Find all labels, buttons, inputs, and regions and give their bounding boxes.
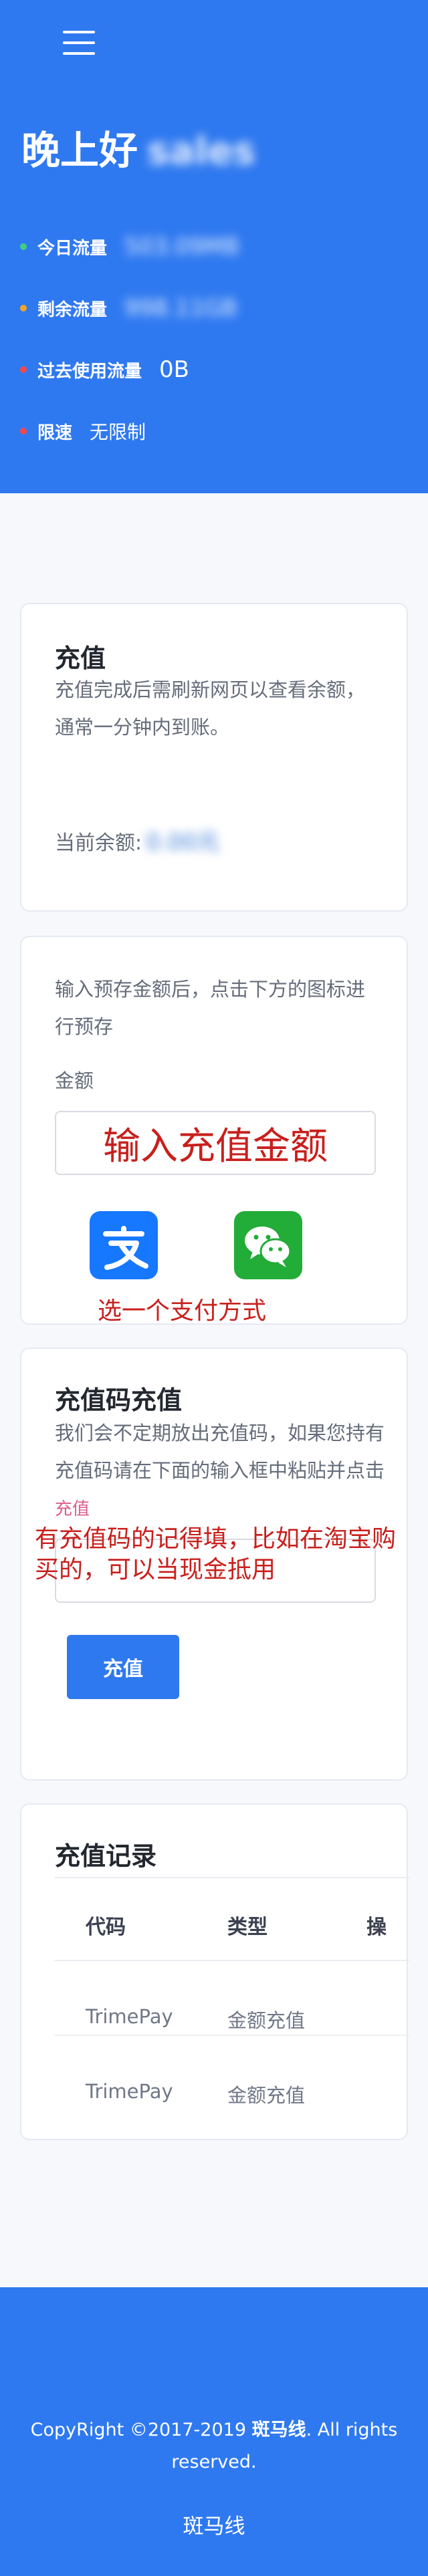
- code-recharge-description: 我们会不定期放出充值码，如果您持有充值码请在下面的输入框中粘贴并点击充值: [55, 1414, 389, 1528]
- code-annotation: 有充值码的记得填，比如在淘宝购买的，可以当现金抵用: [35, 1525, 397, 1583]
- footer-brand: 斑马线: [183, 2515, 245, 2539]
- alipay-icon[interactable]: [90, 1211, 158, 1279]
- prepay-card: 输入预存金额后，点击下方的图标进行预存 金额 输入充值金额 选一个支付方式: [20, 936, 408, 1325]
- stat-value: 0B: [159, 356, 189, 383]
- table-cell-type: 金额充值: [227, 2084, 306, 2107]
- stat-label: 过去使用流量: [37, 361, 142, 382]
- greeting-text: 晚上好: [21, 128, 138, 173]
- divider: [55, 2035, 409, 2036]
- recharge-description: 充值完成后需刷新网页以查看余额，通常一分钟内到账。: [55, 678, 366, 739]
- stat-remaining-traffic: 剩余流量 998.11GB: [20, 291, 237, 325]
- table-cell-code: TrimePay: [86, 2005, 173, 2028]
- status-dot-icon: [20, 428, 27, 434]
- stat-label: 今日流量: [37, 238, 108, 259]
- column-header-type: 类型: [227, 1916, 268, 1939]
- code-description-link: 充值: [55, 1499, 90, 1519]
- balance-row: 当前余额: 0.00元: [55, 823, 219, 856]
- hamburger-menu-icon[interactable]: [63, 31, 95, 56]
- code-description-text: 我们会不定期放出充值码，如果您持有充值码请在下面的输入框中粘贴并点击: [55, 1422, 385, 1482]
- balance-label: 当前余额:: [55, 831, 142, 855]
- stat-value: 无限制: [90, 421, 146, 443]
- code-recharge-title: 充值码充值: [55, 1386, 183, 1415]
- hero-header: 晚上好 sales 今日流量 503.09MB 剩余流量 998.11GB 过去使…: [0, 0, 428, 493]
- greeting-title: 晚上好 sales: [21, 127, 255, 175]
- stat-label: 限速: [37, 422, 73, 443]
- copyright-text: CopyRight ©2017-2019 斑马线. All rights res…: [27, 2414, 401, 2478]
- stat-value: 503.09MB: [124, 233, 239, 260]
- column-header-action: 操: [366, 1916, 387, 1939]
- footer: CopyRight ©2017-2019 斑马线. All rights res…: [0, 2287, 428, 2576]
- prepay-description: 输入预存金额后，点击下方的图标进行预存: [55, 978, 366, 1038]
- stat-past-traffic: 过去使用流量 0B: [20, 353, 189, 386]
- status-dot-icon: [20, 243, 27, 250]
- stat-speed-limit: 限速 无限制: [20, 414, 146, 448]
- balance-value: 0.00元: [146, 829, 219, 856]
- status-dot-icon: [20, 366, 27, 373]
- copyright-prefix: CopyRight ©2017-2019: [30, 2420, 252, 2440]
- amount-label: 金额: [55, 1069, 94, 1092]
- amount-input[interactable]: 输入充值金额: [55, 1111, 376, 1175]
- divider: [55, 1960, 409, 1961]
- column-header-code: 代码: [86, 1916, 126, 1939]
- copyright-brand: 斑马线: [251, 2420, 306, 2440]
- stat-today-traffic: 今日流量 503.09MB: [20, 230, 239, 263]
- status-dot-icon: [20, 305, 27, 311]
- table-cell-type: 金额充值: [227, 2009, 306, 2032]
- username: sales: [147, 130, 255, 173]
- divider: [55, 1877, 409, 1878]
- code-recharge-card: 充值码充值 我们会不定期放出充值码，如果您持有充值码请在下面的输入框中粘贴并点击…: [20, 1347, 408, 1781]
- recharge-button[interactable]: 充值: [67, 1635, 179, 1699]
- table-cell-code: TrimePay: [86, 2080, 173, 2103]
- recharge-card: 充值 充值完成后需刷新网页以查看余额，通常一分钟内到账。 当前余额: 0.00元: [20, 603, 408, 912]
- stat-label: 剩余流量: [37, 299, 108, 320]
- recharge-history-card: 充值记录 代码 类型 操 TrimePay 金额充值 TrimePay 金额充值: [20, 1803, 409, 2140]
- history-title: 充值记录: [55, 1841, 157, 1871]
- stat-value: 998.11GB: [124, 295, 237, 321]
- amount-annotation: 输入充值金额: [103, 1124, 328, 1168]
- wechat-pay-icon[interactable]: [234, 1211, 302, 1279]
- recharge-title: 充值: [55, 644, 106, 673]
- pay-method-annotation: 选一个支付方式: [98, 1297, 267, 1325]
